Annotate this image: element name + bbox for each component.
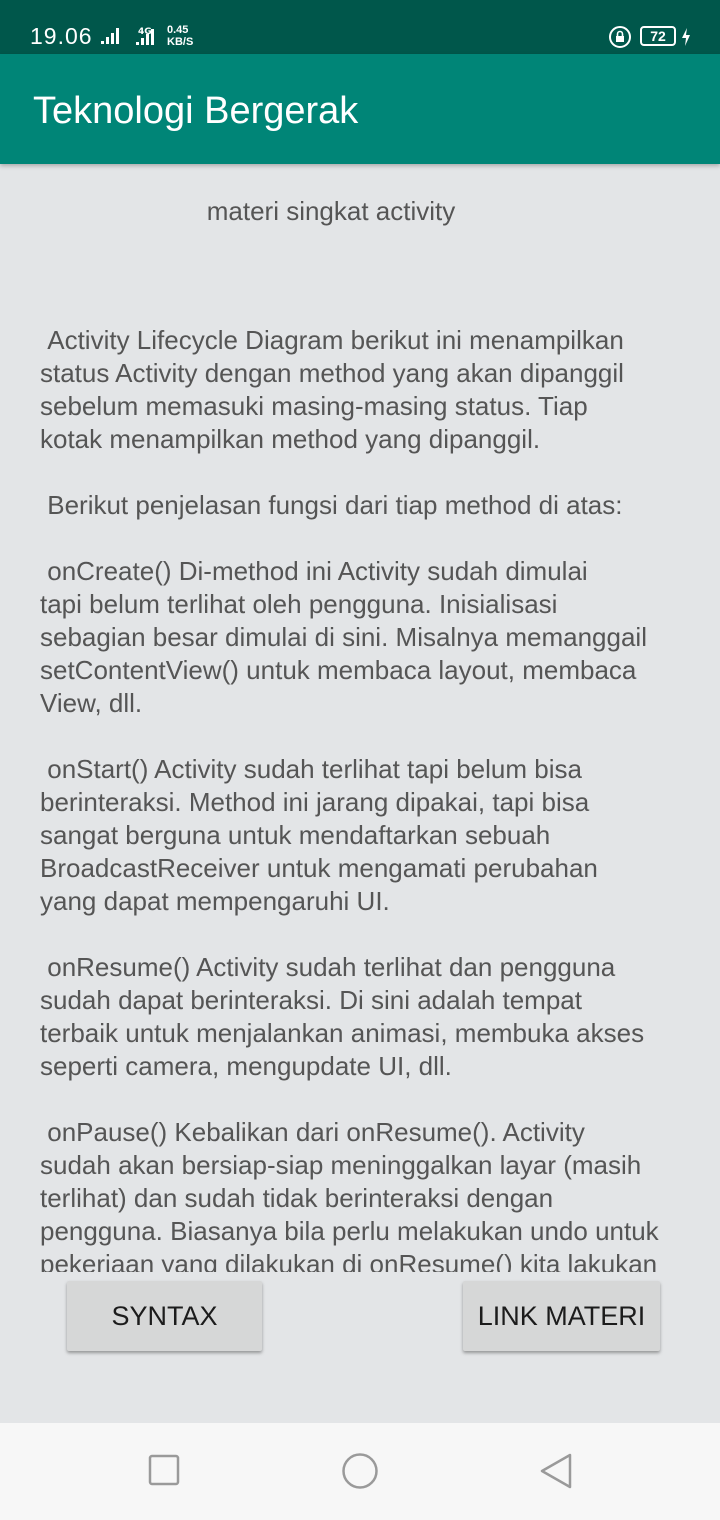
back-icon[interactable]	[538, 1452, 574, 1490]
recent-apps-icon[interactable]	[148, 1452, 180, 1490]
link-materi-button[interactable]: LINK MATERI	[463, 1281, 660, 1351]
paragraph-intro: Activity Lifecycle Diagram berikut ini m…	[40, 325, 624, 454]
charging-icon	[682, 28, 690, 46]
network-speed: 0.45 KB/S	[167, 24, 194, 48]
paragraph-oncreate: onCreate() Di-method ini Activity sudah …	[40, 556, 647, 718]
battery-icon: 72	[640, 26, 676, 46]
status-time: 19.06	[30, 23, 93, 49]
paragraph-onstart: onStart() Activity sudah terlihat tapi b…	[40, 754, 598, 916]
svg-text:4G: 4G	[138, 27, 152, 37]
app-title: Teknologi Bergerak	[33, 90, 359, 132]
content-scroll-area[interactable]: Activity Lifecycle Diagram berikut ini m…	[40, 324, 700, 1272]
page-subtitle: materi singkat activity	[206, 196, 456, 226]
paragraph-onpause: onPause() Kebalikan dari onResume(). Act…	[40, 1117, 659, 1272]
syntax-button[interactable]: SYNTAX	[67, 1281, 262, 1351]
signal-4g-icon: 4G	[136, 27, 154, 45]
status-bar: 19.06 4G 0.45 KB/S 72	[0, 0, 720, 54]
signal-icon	[101, 28, 119, 44]
paragraph-onresume: onResume() Activity sudah terlihat dan p…	[40, 952, 645, 1081]
paragraph-method-list-heading: Berikut penjelasan fungsi dari tiap meth…	[40, 490, 623, 520]
app-bar: Teknologi Bergerak	[0, 54, 720, 164]
navigation-bar	[0, 1423, 720, 1520]
lock-rotation-icon	[609, 26, 631, 48]
home-icon[interactable]	[340, 1452, 380, 1492]
